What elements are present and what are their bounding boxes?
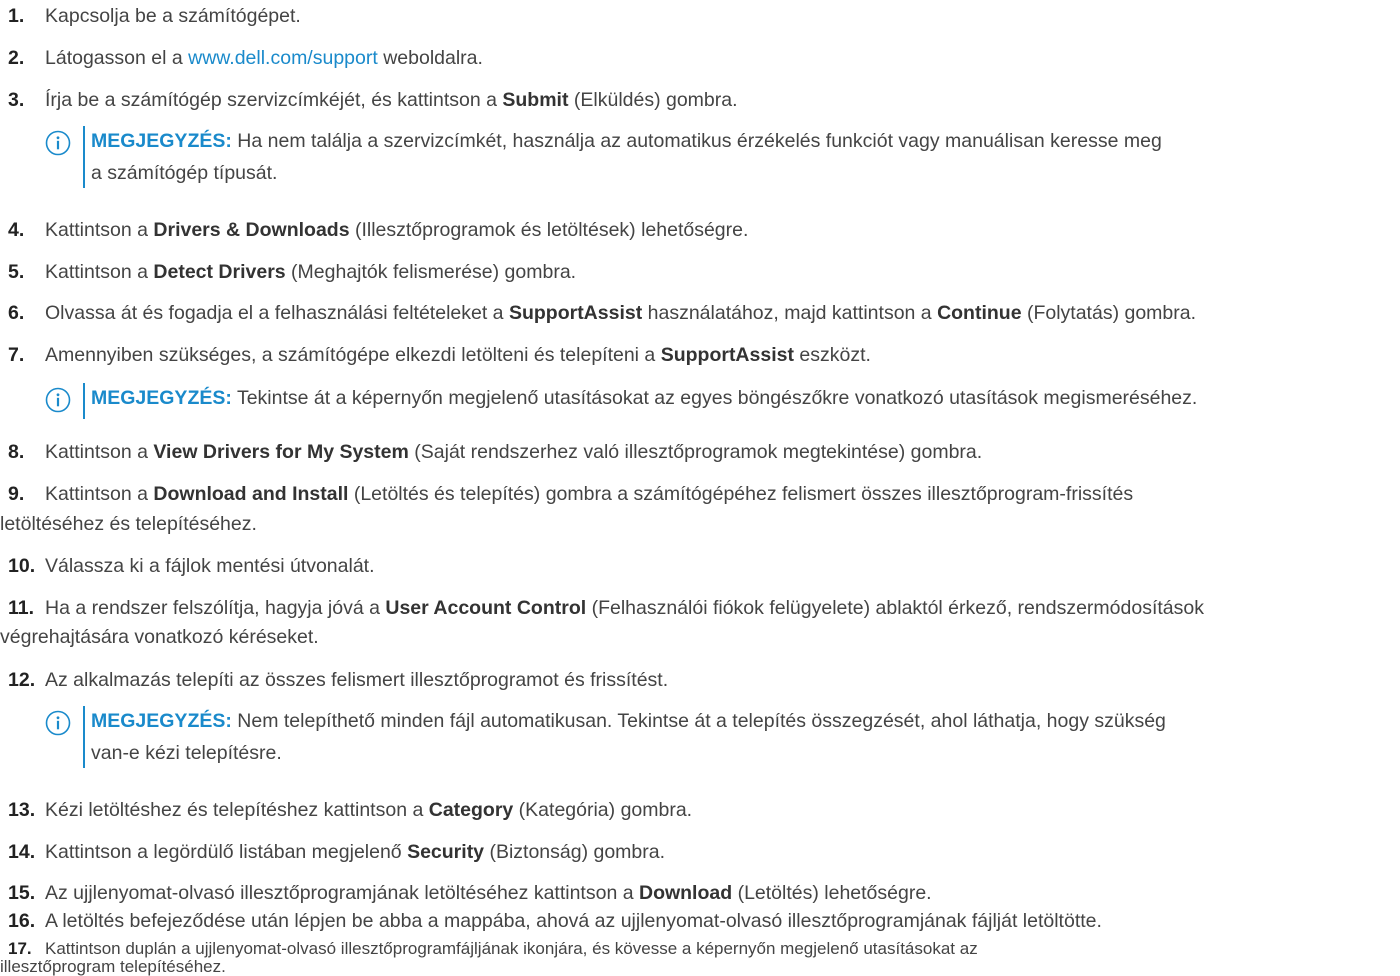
info-circle-icon	[45, 130, 71, 156]
note-accent-bar	[83, 383, 85, 419]
step-number: 13.	[8, 799, 36, 821]
step-text: Írja be a számítógép szervizcímkéjét, és…	[45, 89, 738, 111]
step-text: Amennyiben szükséges, a számítógépe elke…	[45, 344, 871, 366]
note-text-cont: van-e kézi telepítésre.	[91, 742, 282, 764]
step-text: Kézi letöltéshez és telepítéshez kattint…	[45, 799, 693, 821]
step-text: Kapcsolja be a számítógépet.	[45, 5, 301, 27]
step-17-cont: illesztőprogram telepítéséhez.	[0, 957, 226, 976]
step-number: 5.	[8, 261, 25, 283]
step-number: 8.	[8, 441, 25, 463]
step-number: 7.	[8, 344, 25, 366]
step-number: 16.	[8, 910, 36, 932]
step-text: Válassza ki a fájlok mentési útvonalát.	[45, 555, 375, 577]
step-number: 6.	[8, 302, 25, 324]
step-text: Kattintson a Drivers & Downloads (Illesz…	[45, 219, 749, 241]
step-number: 2.	[8, 47, 25, 69]
info-circle-icon	[45, 710, 71, 736]
step-number: 10.	[8, 555, 36, 577]
step-text: Kattintson a Detect Drivers (Meghajtók f…	[45, 261, 577, 283]
note-text: MEGJEGYZÉS: Ha nem találja a szervizcímk…	[91, 130, 1162, 152]
step-number: 3.	[8, 89, 25, 111]
step-number: 9.	[8, 483, 25, 505]
step-number: 1.	[8, 5, 25, 27]
step-number: 17.	[8, 939, 32, 958]
note-accent-bar	[83, 126, 85, 188]
step-number: 14.	[8, 841, 36, 863]
step-number: 11.	[8, 597, 35, 619]
dell-support-link[interactable]: www.dell.com/support	[188, 47, 378, 69]
step-text: Kattintson duplán a ujjlenyomat-olvasó i…	[45, 939, 978, 958]
note-text: MEGJEGYZÉS: Nem telepíthető minden fájl …	[91, 710, 1166, 732]
info-circle-icon	[45, 387, 71, 413]
step-9-cont: letöltéséhez és telepítéséhez.	[0, 513, 257, 535]
note-text: MEGJEGYZÉS: Tekintse át a képernyőn megj…	[91, 387, 1198, 409]
step-text: Ha a rendszer felszólítja, hagyja jóvá a…	[45, 597, 1204, 619]
step-text: Kattintson a legördülő listában megjelen…	[45, 841, 666, 863]
step-text: Kattintson a View Drivers for My System …	[45, 441, 983, 463]
note-text-cont: a számítógép típusát.	[91, 162, 278, 184]
step-text: Olvassa át és fogadja el a felhasználási…	[45, 302, 1197, 324]
step-text: Az alkalmazás telepíti az összes felisme…	[45, 669, 669, 691]
step-text: Látogasson el a www.dell.com/support web…	[45, 47, 483, 69]
note-accent-bar	[83, 706, 85, 768]
step-text: Kattintson a Download and Install (Letöl…	[45, 483, 1134, 505]
step-text: Az ujjlenyomat-olvasó illesztőprogramján…	[45, 882, 932, 904]
step-11-cont: végrehajtására vonatkozó kéréseket.	[0, 626, 319, 648]
step-number: 4.	[8, 219, 25, 241]
step-number: 12.	[8, 669, 36, 691]
step-number: 15.	[8, 882, 36, 904]
step-text: A letöltés befejeződése után lépjen be a…	[45, 910, 1102, 932]
